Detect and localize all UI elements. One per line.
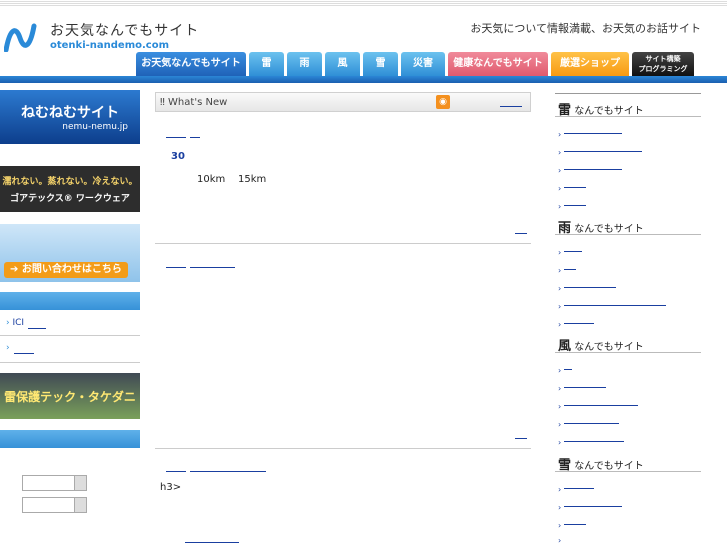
news-km-2: 15km (238, 174, 267, 185)
thunder-link-1[interactable]: › (558, 130, 622, 139)
snow-link-3[interactable]: › (558, 521, 586, 530)
select-1[interactable] (22, 475, 87, 491)
snow-link-1[interactable]: › (558, 485, 594, 494)
goretex-line2: ゴアテックス® ワークウェア (10, 194, 130, 204)
top-stripe (0, 0, 727, 6)
goretex-banner[interactable]: 濡れない。蒸れない。冷えない。 ゴアテックス® ワークウェア (0, 166, 140, 212)
main-nav: お天気なんでもサイト 雷 雨 風 雪 災害 健康なんでもサイト 厳選ショップ サ… (136, 52, 694, 76)
left-divider-2 (0, 362, 140, 363)
site-domain: otenki-nandemo.com (50, 40, 170, 51)
right-divider-rain (555, 234, 701, 235)
tab-rain[interactable]: 雨 (287, 52, 322, 76)
select-1-arrow-icon[interactable] (74, 476, 86, 490)
right-divider-wind (555, 352, 701, 353)
rain-link-2[interactable]: › (558, 266, 576, 275)
site-title[interactable]: お天気なんでもサイト (50, 20, 199, 40)
snow-link-2[interactable]: › (558, 503, 622, 512)
tab-programming-line2: プログラミング (638, 65, 688, 73)
rain-link-5[interactable]: › (558, 320, 594, 329)
wind-link-2[interactable]: › (558, 384, 606, 393)
tab-thunder[interactable]: 雷 (249, 52, 284, 76)
wind-link-1[interactable]: › (558, 366, 572, 375)
news-km-1: 10km (197, 174, 226, 185)
left-section-header-1 (0, 292, 140, 310)
thunder-link-5[interactable]: › (558, 202, 586, 211)
left-section-header-2 (0, 430, 140, 448)
thunder-link-3[interactable]: › (558, 166, 622, 175)
right-divider-snow (555, 471, 701, 472)
whats-new-more-link[interactable] (500, 106, 522, 107)
wind-link-5[interactable]: › (558, 438, 624, 447)
whats-new-label: What's New (168, 97, 228, 108)
tab-programming[interactable]: サイト構築 プログラミング (632, 52, 694, 76)
news-link-4[interactable] (185, 542, 239, 543)
nemu-banner-title: ねむねむサイト (21, 105, 119, 121)
wind-link-3[interactable]: › (558, 402, 638, 411)
main-divider-2 (155, 448, 531, 449)
wind-link-4[interactable]: › (558, 420, 619, 429)
thunder-link-4[interactable]: › (558, 184, 586, 193)
left-link-ici[interactable]: › ICI (6, 318, 46, 329)
tab-disaster[interactable]: 災害 (401, 52, 445, 76)
news-number: 30 (171, 151, 185, 162)
nav-underline (0, 76, 727, 83)
thunder-link-2[interactable]: › (558, 148, 642, 157)
snow-link-4[interactable]: › (558, 536, 561, 545)
site-tagline: お天気について情報満載、お天気のお話サイト (470, 22, 701, 35)
contact-button[interactable]: ➔ お問い合わせはこちら (4, 262, 128, 278)
tab-health[interactable]: 健康なんでもサイト (448, 52, 548, 76)
news-more-2[interactable] (515, 438, 527, 439)
tab-wind[interactable]: 風 (325, 52, 360, 76)
rain-link-1[interactable]: › (558, 248, 582, 257)
left-divider-1 (0, 335, 140, 336)
right-top-divider (555, 93, 701, 94)
whats-new-title: ‼ What's New (160, 97, 228, 108)
contact-button-label: お問い合わせはこちら (21, 264, 122, 275)
tech-banner[interactable]: 雷保護テック・タケダニ (0, 373, 140, 419)
news-link-3a[interactable] (166, 471, 186, 472)
left-link-ici-text[interactable]: ICI (12, 318, 24, 328)
tab-shop[interactable]: 厳選ショップ (551, 52, 629, 76)
news-link-2a[interactable] (166, 267, 186, 268)
main-divider-1 (155, 243, 531, 244)
news-link-3b[interactable] (190, 471, 266, 472)
tab-home[interactable]: お天気なんでもサイト (136, 52, 246, 76)
site-logo-icon[interactable] (4, 22, 40, 52)
tab-programming-line1: サイト構築 (645, 55, 681, 63)
goretex-line1: 濡れない。蒸れない。冷えない。 (2, 177, 138, 187)
news-link-1a[interactable] (166, 137, 186, 138)
left-link-2-underline[interactable] (14, 353, 34, 354)
news-link-2b[interactable] (190, 267, 235, 268)
contact-banner[interactable]: ➔ お問い合わせはこちら (0, 224, 140, 282)
tab-snow[interactable]: 雪 (363, 52, 398, 76)
whats-new-bar: ‼ What's New ◉ (155, 92, 531, 112)
select-2[interactable] (22, 497, 87, 513)
left-link-2[interactable]: › (6, 343, 10, 353)
right-divider-thunder (555, 116, 701, 117)
rain-link-3[interactable]: › (558, 284, 616, 293)
rain-link-4[interactable]: › (558, 302, 666, 311)
news-more-1[interactable] (515, 233, 527, 234)
select-2-arrow-icon[interactable] (74, 498, 86, 512)
stray-text: h3> (160, 482, 182, 493)
rss-icon[interactable]: ◉ (436, 95, 450, 109)
nemu-banner-domain: nemu-nemu.jp (62, 122, 128, 132)
nemu-banner[interactable]: ねむねむサイト nemu-nemu.jp (0, 90, 140, 144)
news-link-1b[interactable] (190, 137, 200, 138)
